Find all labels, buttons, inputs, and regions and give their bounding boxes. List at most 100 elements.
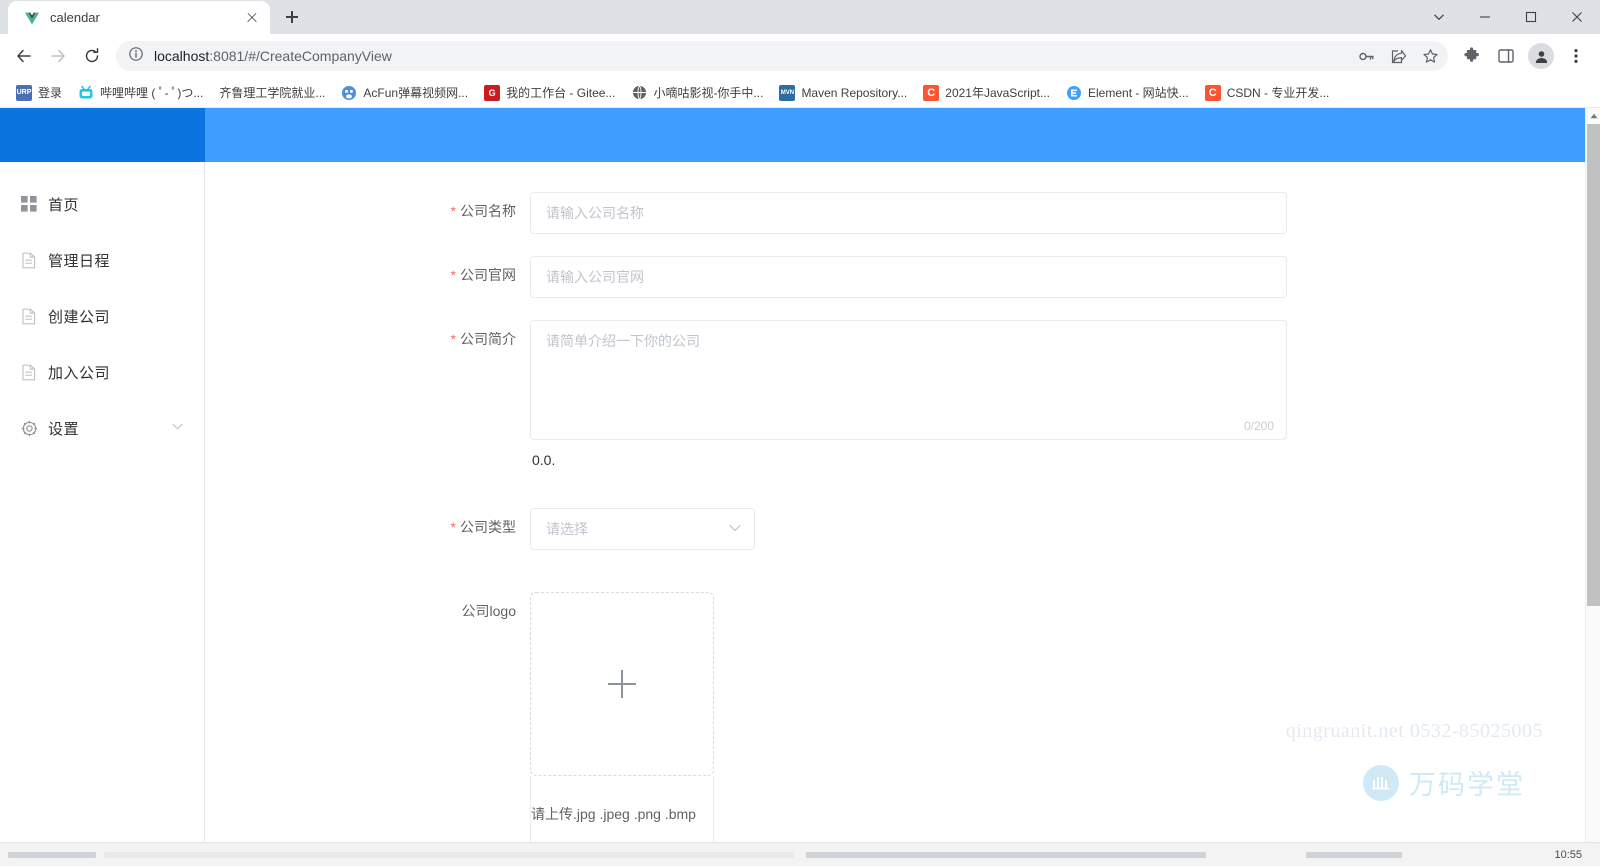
vertical-scrollbar-thumb[interactable] bbox=[1587, 124, 1600, 606]
share-icon[interactable] bbox=[1382, 40, 1414, 72]
bookmark-label: AcFun弹幕视频网... bbox=[363, 86, 469, 100]
taskbar-item[interactable] bbox=[104, 851, 794, 858]
sidebar-item-label: 加入公司 bbox=[48, 364, 111, 382]
company-intro-field-wrap: 请简单介绍一下你的公司 0/200 0.0. bbox=[530, 320, 1287, 468]
vue-icon bbox=[24, 10, 40, 26]
bookmark-item[interactable]: AcFun弹幕视频网... bbox=[333, 81, 476, 105]
browser-toolbar: localhost:8081/#/CreateCompanyView bbox=[0, 34, 1600, 78]
scroll-up-arrow-icon[interactable] bbox=[1586, 108, 1600, 123]
bookmark-label: Maven Repository... bbox=[801, 85, 908, 100]
sidebar-item-label: 创建公司 bbox=[48, 308, 111, 326]
company-name-field-wrap: 请输入公司名称 bbox=[530, 192, 1287, 234]
bookmark-item[interactable]: MVN Maven Repository... bbox=[771, 81, 915, 105]
extensions-puzzle-icon[interactable] bbox=[1456, 40, 1488, 72]
side-panel-icon[interactable] bbox=[1490, 40, 1522, 72]
company-type-select[interactable]: 请选择 bbox=[530, 508, 755, 550]
app-body: 首页 管理日程 创建公司 加入公司 设置 * 公司名称 请输入公司名称 * 公司… bbox=[0, 162, 1585, 865]
bookmark-item[interactable]: 小嘀咕影视-你手中... bbox=[623, 81, 771, 105]
forward-arrow-icon[interactable] bbox=[42, 40, 74, 72]
chevron-down-icon bbox=[171, 420, 184, 436]
bookmark-item[interactable]: G 我的工作台 - Gitee... bbox=[476, 81, 623, 105]
taskbar-item[interactable] bbox=[8, 851, 96, 858]
bookmark-favicon: C bbox=[1204, 84, 1221, 101]
required-asterisk: * bbox=[450, 267, 456, 283]
document-icon bbox=[20, 251, 38, 269]
tab-close-icon[interactable] bbox=[242, 8, 262, 28]
textarea-resize-handle[interactable] bbox=[1273, 426, 1285, 438]
minimize-icon[interactable] bbox=[1462, 0, 1508, 34]
company-intro-textarea[interactable]: 请简单介绍一下你的公司 0/200 bbox=[530, 320, 1287, 440]
form-row-company-website: * 公司官网 请输入公司官网 bbox=[205, 256, 1585, 298]
required-asterisk: * bbox=[450, 331, 456, 347]
bookmark-item[interactable]: Element - 网站快... bbox=[1058, 81, 1197, 105]
sidebar-item-home[interactable]: 首页 bbox=[0, 176, 204, 232]
sidebar-item-settings[interactable]: 设置 bbox=[0, 400, 204, 456]
address-bar[interactable]: localhost:8081/#/CreateCompanyView bbox=[116, 41, 1448, 71]
bookmark-favicon bbox=[78, 84, 95, 101]
sidebar-item-create-company[interactable]: 创建公司 bbox=[0, 288, 204, 344]
bookmark-favicon: MVN bbox=[779, 84, 796, 101]
company-type-placeholder: 请选择 bbox=[546, 521, 588, 537]
company-type-label: * 公司类型 bbox=[450, 519, 516, 535]
site-info-icon[interactable] bbox=[128, 46, 144, 67]
new-tab-button[interactable] bbox=[278, 3, 306, 31]
tab-search-chevron-icon[interactable] bbox=[1416, 0, 1462, 34]
bookmarks-bar: URP 登录 哔哩哔哩 ( ﾟ- ﾟ)つ... 齐鲁理工学院就业... AcFu… bbox=[0, 78, 1600, 108]
taskbar-item[interactable] bbox=[1306, 851, 1402, 858]
taskbar-clock: 10:55 bbox=[1554, 848, 1582, 861]
bookmark-label: 齐鲁理工学院就业... bbox=[219, 86, 326, 100]
bookmark-label: 我的工作台 - Gitee... bbox=[506, 86, 616, 100]
sidebar-item-manage-schedule[interactable]: 管理日程 bbox=[0, 232, 204, 288]
address-bar-url: localhost:8081/#/CreateCompanyView bbox=[154, 48, 392, 64]
document-icon bbox=[20, 307, 38, 325]
window-controls bbox=[1416, 0, 1600, 34]
document-icon bbox=[20, 363, 38, 381]
logo-uploader: 请上传.jpg .jpeg .png .bmp .webp .bif格式 bbox=[530, 592, 714, 865]
profile-avatar-icon[interactable] bbox=[1528, 43, 1554, 69]
character-counter: 0/200 bbox=[1243, 419, 1274, 433]
back-arrow-icon[interactable] bbox=[8, 40, 40, 72]
maximize-icon[interactable] bbox=[1508, 0, 1554, 34]
brand-mark-icon bbox=[1363, 764, 1399, 801]
bookmark-label: 哔哩哔哩 ( ﾟ- ﾟ)つ... bbox=[100, 86, 204, 100]
bookmark-favicon bbox=[631, 84, 648, 101]
bookmark-favicon: URP bbox=[16, 84, 32, 101]
tab-strip: calendar bbox=[0, 0, 1600, 34]
company-intro-placeholder: 请简单介绍一下你的公司 bbox=[546, 333, 700, 349]
browser-window: calendar localhost:8081/#/CreateCompanyV… bbox=[0, 0, 1600, 866]
page-viewport: 首页 管理日程 创建公司 加入公司 设置 * 公司名称 请输入公司名称 * 公司… bbox=[0, 108, 1600, 865]
close-icon[interactable] bbox=[1554, 0, 1600, 34]
browser-tab[interactable]: calendar bbox=[8, 1, 270, 34]
bookmark-favicon bbox=[341, 84, 358, 101]
vertical-scrollbar[interactable] bbox=[1585, 108, 1600, 865]
more-menu-icon[interactable] bbox=[1560, 40, 1592, 72]
form-row-company-name: * 公司名称 请输入公司名称 bbox=[205, 192, 1585, 234]
star-icon[interactable] bbox=[1414, 40, 1446, 72]
app-header-brand-area bbox=[0, 108, 205, 162]
plus-icon bbox=[608, 670, 636, 698]
taskbar-item[interactable] bbox=[806, 851, 1206, 858]
key-icon[interactable] bbox=[1350, 40, 1382, 72]
sidebar-item-join-company[interactable]: 加入公司 bbox=[0, 344, 204, 400]
bookmark-item[interactable]: 哔哩哔哩 ( ﾟ- ﾟ)つ... bbox=[70, 81, 211, 105]
sidebar-item-label: 首页 bbox=[48, 196, 80, 214]
logo-upload-dropzone[interactable] bbox=[530, 592, 714, 776]
web-app: 首页 管理日程 创建公司 加入公司 设置 * 公司名称 请输入公司名称 * 公司… bbox=[0, 108, 1585, 865]
create-company-form: * 公司名称 请输入公司名称 * 公司官网 请输入公司官网 * 公司简介 请简单… bbox=[205, 162, 1585, 865]
bookmark-item[interactable]: C 2021年JavaScript... bbox=[915, 81, 1058, 105]
app-header bbox=[0, 108, 1585, 162]
logo-upload-tip-line1: 请上传.jpg .jpeg .png .bmp bbox=[531, 806, 696, 822]
bookmark-item[interactable]: 齐鲁理工学院就业... bbox=[211, 81, 333, 105]
company-logo-field-wrap: 请上传.jpg .jpeg .png .bmp .webp .bif格式 bbox=[530, 592, 1287, 865]
company-name-input[interactable]: 请输入公司名称 bbox=[530, 192, 1287, 234]
watermark-brand: 万码学堂 bbox=[1363, 763, 1525, 802]
bookmark-item[interactable]: URP 登录 bbox=[8, 81, 70, 105]
brand-name: 万码学堂 bbox=[1409, 770, 1525, 800]
bookmark-item[interactable]: C CSDN - 专业开发... bbox=[1197, 81, 1338, 105]
company-website-input[interactable]: 请输入公司官网 bbox=[530, 256, 1287, 298]
reload-icon[interactable] bbox=[76, 40, 108, 72]
sidebar-item-label: 管理日程 bbox=[48, 252, 111, 270]
bookmark-label: CSDN - 专业开发... bbox=[1226, 86, 1330, 100]
company-website-field-wrap: 请输入公司官网 bbox=[530, 256, 1287, 298]
company-type-field-wrap: 请选择 bbox=[530, 508, 1287, 550]
